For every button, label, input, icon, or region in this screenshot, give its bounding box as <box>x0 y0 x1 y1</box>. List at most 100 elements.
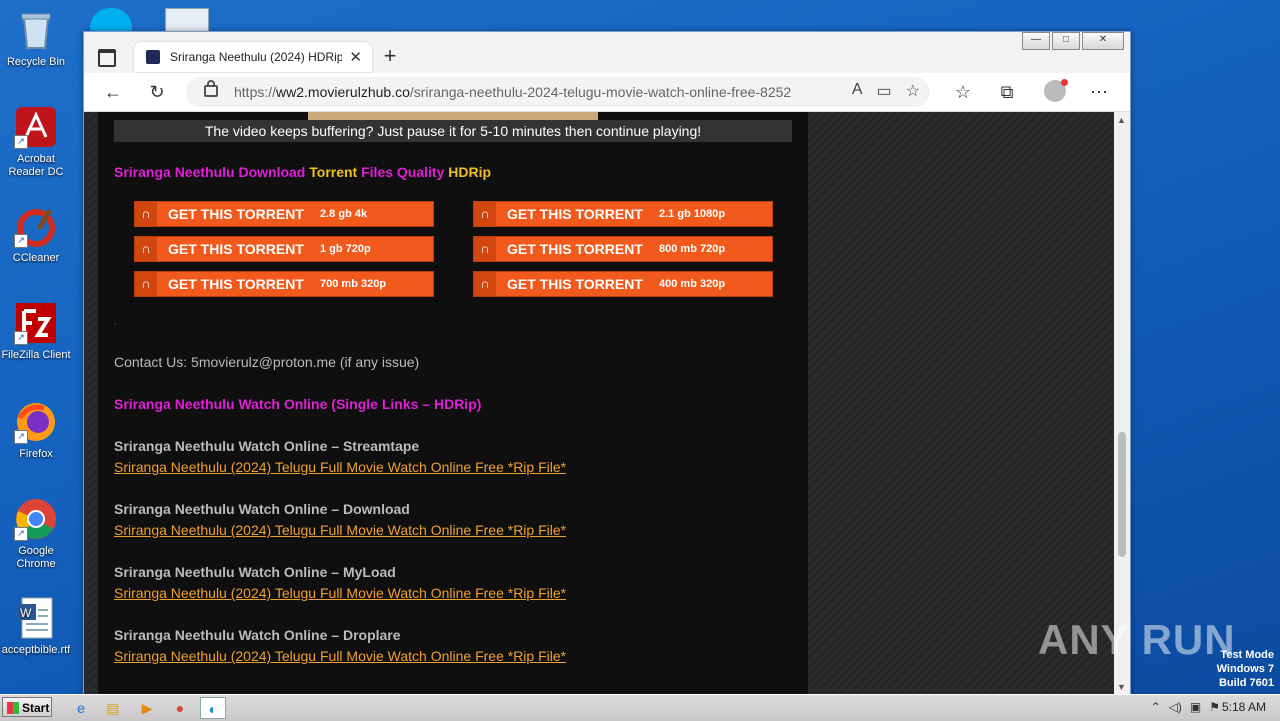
desktop-icon-chrome[interactable]: ↗ Google Chrome <box>0 497 72 571</box>
torrent-size: 2.8 gb 4k <box>320 208 368 220</box>
tab-actions-icon[interactable] <box>98 49 116 67</box>
magnet-icon: ∩ <box>474 202 496 226</box>
source-title-streamtape: Sriranga Neethulu Watch Online – Streamt… <box>114 438 420 454</box>
acrobat-icon: ↗ <box>14 105 58 149</box>
action-center-flag-icon[interactable]: ⚑ <box>1209 700 1220 714</box>
desktop-icon-firefox[interactable]: ↗ Firefox <box>0 400 72 461</box>
scroll-thumb[interactable] <box>1118 432 1126 557</box>
torrent-label: GET THIS TORRENT <box>168 241 304 257</box>
desktop-icon-skype-partial[interactable] <box>90 8 132 32</box>
add-favorite-icon[interactable]: ☆ <box>906 81 920 101</box>
magnet-icon: ∩ <box>135 237 157 261</box>
windows-flag-icon <box>7 702 19 714</box>
magnet-icon: ∩ <box>135 272 157 296</box>
tab-bar: Sriranga Neethulu (2024) HDRip T ✕ + <box>84 40 1130 72</box>
torrent-size: 400 mb 320p <box>659 278 726 290</box>
url-scheme: https:// <box>234 84 277 100</box>
watch-online-heading: Sriranga Neethulu Watch Online (Single L… <box>114 396 482 412</box>
separator-dot: . <box>114 317 117 328</box>
torrent-button-800mb-720p[interactable]: ∩ GET THIS TORRENT 800 mb 720p <box>473 236 773 262</box>
word-doc-icon: W <box>14 596 58 640</box>
shortcut-arrow-icon: ↗ <box>14 527 28 541</box>
test-mode-line3: Build 7601 <box>1218 677 1274 689</box>
desktop-icon-label: CCleaner <box>12 252 60 264</box>
torrent-label: GET THIS TORRENT <box>168 206 304 222</box>
favorites-icon[interactable]: ☆ <box>952 81 974 103</box>
chrome-icon: ↗ <box>14 497 58 541</box>
video-player-edge[interactable] <box>308 112 598 120</box>
recycle-bin-icon <box>14 8 58 52</box>
desktop-icon-label: acceptbible.rtf <box>1 644 71 656</box>
torrent-button-4k[interactable]: ∩ GET THIS TORRENT 2.8 gb 4k <box>134 201 434 227</box>
volume-icon[interactable]: ◁) <box>1169 700 1182 714</box>
download-heading-part2: Torrent <box>309 164 362 180</box>
desktop-icon-label: FileZilla Client <box>1 349 71 361</box>
torrent-button-700mb-320p[interactable]: ∩ GET THIS TORRENT 700 mb 320p <box>134 271 434 297</box>
source-title-myload: Sriranga Neethulu Watch Online – MyLoad <box>114 564 396 580</box>
magnet-icon: ∩ <box>474 272 496 296</box>
new-tab-button[interactable]: + <box>380 43 400 69</box>
torrent-size: 800 mb 720p <box>659 243 726 255</box>
source-link-droplare[interactable]: Sriranga Neethulu (2024) Telugu Full Mov… <box>114 648 566 664</box>
taskbar-ie-icon[interactable]: e <box>68 697 94 719</box>
torrent-size: 700 mb 320p <box>320 278 387 290</box>
taskbar-clock[interactable]: 5:18 AM <box>1222 700 1266 714</box>
scroll-up-icon[interactable]: ▲ <box>1117 115 1126 125</box>
page-viewport: The video keeps buffering? Just pause it… <box>84 112 1114 694</box>
desktop-icon-label: Google Chrome <box>16 545 56 570</box>
refresh-icon[interactable]: ↻ <box>146 81 168 103</box>
read-aloud-icon[interactable]: A <box>852 81 863 101</box>
torrent-label: GET THIS TORRENT <box>507 276 643 292</box>
download-heading-part4: HDRip <box>448 164 492 180</box>
tray-expand-icon[interactable]: ⌃ <box>1151 700 1161 714</box>
torrent-size: 1 gb 720p <box>320 243 371 255</box>
taskbar-edge-icon[interactable]: ◐ <box>200 697 226 719</box>
close-tab-icon[interactable]: ✕ <box>349 48 362 66</box>
desktop-icon-filezilla[interactable]: ↗ FileZilla Client <box>0 301 72 362</box>
contact-text: Contact Us: 5movierulz@proton.me (if any… <box>114 354 420 370</box>
desktop-icon-recycle-bin[interactable]: Recycle Bin <box>0 8 72 69</box>
magnet-icon: ∩ <box>474 237 496 261</box>
torrent-size: 2.1 gb 1080p <box>659 208 726 220</box>
shortcut-arrow-icon: ↗ <box>14 331 28 345</box>
shortcut-arrow-icon: ↗ <box>14 135 28 149</box>
torrent-button-1080p[interactable]: ∩ GET THIS TORRENT 2.1 gb 1080p <box>473 201 773 227</box>
torrent-button-1gb-720p[interactable]: ∩ GET THIS TORRENT 1 gb 720p <box>134 236 434 262</box>
download-heading-part1: Sriranga Neethulu Download <box>114 164 310 180</box>
url-text[interactable]: https://ww2.movierulzhub.co/sriranga-nee… <box>234 84 804 100</box>
more-menu-icon[interactable]: ⋯ <box>1088 81 1110 103</box>
source-link-myload[interactable]: Sriranga Neethulu (2024) Telugu Full Mov… <box>114 585 566 601</box>
desktop-icon-acceptbible[interactable]: W acceptbible.rtf <box>0 596 72 657</box>
desktop-icon-acrobat[interactable]: ↗ Acrobat Reader DC <box>0 105 72 179</box>
site-favicon-icon <box>146 50 160 64</box>
test-mode-notice: Test Mode Windows 7 Build 7601 <box>1217 648 1274 690</box>
taskbar: Start e ▤ ▶ ● ◐ ⌃ ◁) ▣ ⚑ 5:18 AM <box>0 694 1280 721</box>
desktop-icon-label: Recycle Bin <box>6 56 66 68</box>
back-icon[interactable]: ← <box>102 81 124 103</box>
buffer-note: The video keeps buffering? Just pause it… <box>114 120 792 142</box>
desktop-icon-label: Firefox <box>19 448 53 460</box>
source-link-download[interactable]: Sriranga Neethulu (2024) Telugu Full Mov… <box>114 522 566 538</box>
lock-icon[interactable] <box>204 80 218 97</box>
tab-active[interactable]: Sriranga Neethulu (2024) HDRip T ✕ <box>134 42 372 72</box>
taskbar-explorer-icon[interactable]: ▤ <box>100 697 126 719</box>
collections-icon[interactable]: ⧉ <box>996 81 1018 103</box>
filezilla-icon: ↗ <box>14 301 58 345</box>
page-scrollbar[interactable]: ▲ ▼ <box>1114 112 1130 694</box>
address-bar[interactable]: https://ww2.movierulzhub.co/sriranga-nee… <box>186 77 930 107</box>
taskbar-chrome-icon[interactable]: ● <box>167 697 193 719</box>
desktop-icon-ccleaner[interactable]: ↗ CCleaner <box>0 204 72 265</box>
source-link-streamtape[interactable]: Sriranga Neethulu (2024) Telugu Full Mov… <box>114 459 566 475</box>
tab-title: Sriranga Neethulu (2024) HDRip T <box>170 50 342 64</box>
network-icon[interactable]: ▣ <box>1190 700 1201 714</box>
profile-avatar[interactable] <box>1044 79 1068 102</box>
taskbar-media-player-icon[interactable]: ▶ <box>134 697 160 719</box>
test-mode-line2: Windows 7 <box>1216 663 1274 675</box>
start-button[interactable]: Start <box>2 697 52 717</box>
immersive-reader-icon[interactable]: ▭ <box>877 81 892 101</box>
anyrun-watermark: ANY RUN <box>1038 616 1236 663</box>
browser-toolbar: ← ↻ https://ww2.movierulzhub.co/sriranga… <box>84 73 1130 112</box>
torrent-button-400mb-320p[interactable]: ∩ GET THIS TORRENT 400 mb 320p <box>473 271 773 297</box>
scroll-down-icon[interactable]: ▼ <box>1117 682 1126 692</box>
post-content: The video keeps buffering? Just pause it… <box>98 112 808 694</box>
